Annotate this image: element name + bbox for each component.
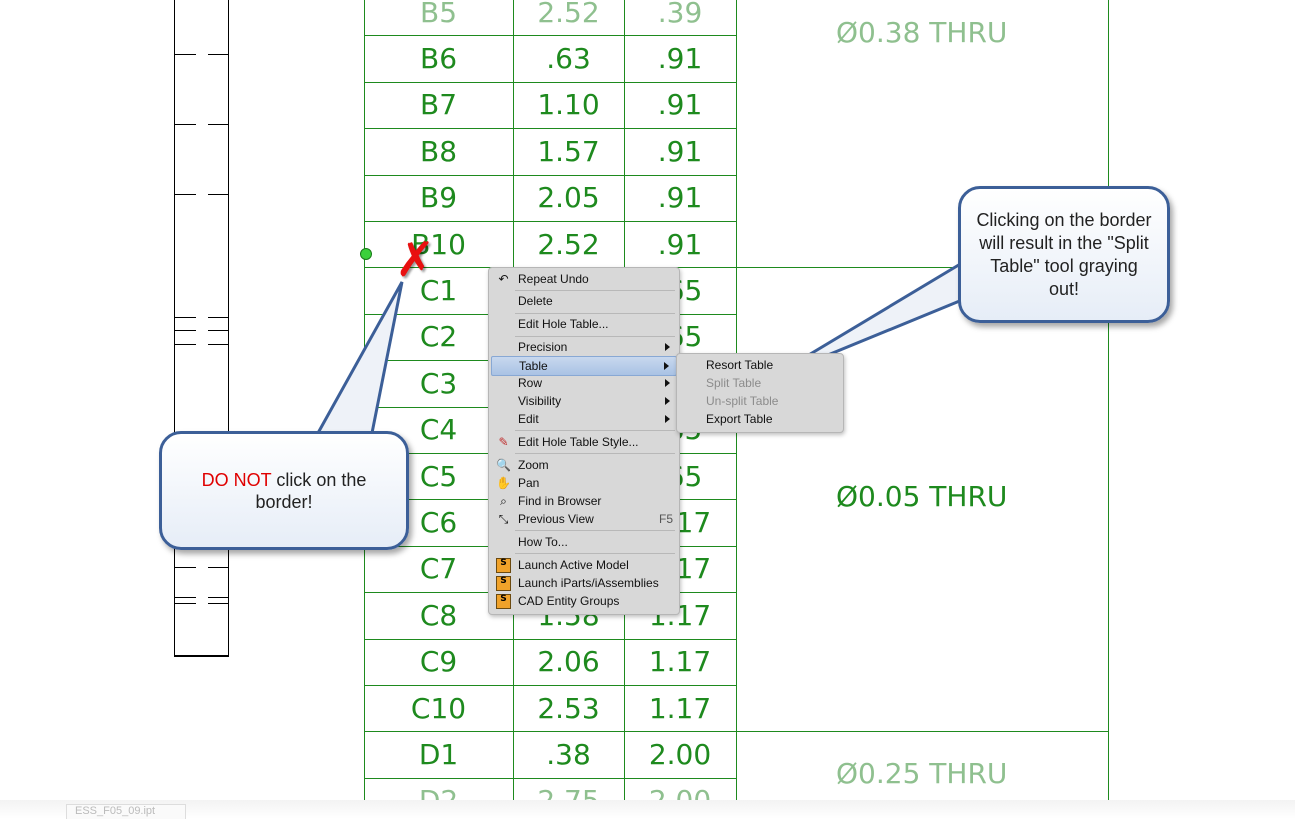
table-submenu: Resort Table Split Table Un-split Table … <box>676 353 844 433</box>
submenu-item-export-table[interactable]: Export Table <box>679 410 841 428</box>
menu-item-launch-iparts[interactable]: S Launch iParts/iAssemblies <box>491 574 677 592</box>
cfd-icon: S <box>496 593 511 609</box>
warning-callout: DO NOT click on the border! <box>159 431 409 550</box>
menu-separator <box>515 336 675 337</box>
menu-item-repeat-undo[interactable]: ↶ Repeat Undo <box>491 270 677 288</box>
previous-view-icon: ⤡ <box>498 511 509 526</box>
submenu-arrow-icon <box>664 362 669 370</box>
menu-separator <box>515 430 675 431</box>
menu-separator <box>515 530 675 531</box>
menu-item-zoom[interactable]: 🔍 Zoom <box>491 456 677 474</box>
menu-separator <box>515 290 675 291</box>
menu-item-edit-hole-table[interactable]: Edit Hole Table... <box>491 315 677 333</box>
menu-item-how-to[interactable]: How To... <box>491 533 677 551</box>
submenu-item-split-table[interactable]: Split Table <box>679 374 841 392</box>
drawing-canvas[interactable]: B5 2.52.39 B6.63.91 B7 1.10.91 B8 1.57.91 B9 2.0… <box>0 0 1295 819</box>
menu-item-launch-active-model[interactable]: S Launch Active Model <box>491 556 677 574</box>
info-callout: Clicking on the border will result in th… <box>958 186 1170 323</box>
menu-separator <box>515 553 675 554</box>
undo-icon: ↶ <box>498 272 509 286</box>
menu-item-table[interactable]: Table <box>491 356 677 376</box>
warning-text: click on the border! <box>255 469 367 512</box>
document-tab-strip <box>0 800 1295 819</box>
submenu-item-resort-table[interactable]: Resort Table <box>679 356 841 374</box>
submenu-arrow-icon <box>665 415 670 423</box>
zoom-icon: 🔍 <box>496 458 511 472</box>
menu-item-find-in-browser[interactable]: ⌕ Find in Browser <box>491 492 677 510</box>
menu-item-edit[interactable]: Edit <box>491 410 677 428</box>
menu-item-cad-entity-groups[interactable]: S CAD Entity Groups <box>491 592 677 610</box>
pan-hand-icon: ✋ <box>496 476 511 490</box>
submenu-arrow-icon <box>665 397 670 405</box>
context-menu: ↶ Repeat Undo Delete Edit Hole Table... … <box>488 267 680 615</box>
cfd-icon: S <box>496 557 511 573</box>
style-edit-icon: ✎ <box>498 435 509 449</box>
menu-item-pan[interactable]: ✋ Pan <box>491 474 677 492</box>
cfd-icon: S <box>496 575 511 591</box>
warning-emphasis: DO NOT <box>201 469 272 490</box>
menu-item-previous-view[interactable]: ⤡ Previous View F5 <box>491 510 677 528</box>
document-tab[interactable]: ESS_F05_09.ipt <box>66 804 186 819</box>
menu-item-edit-hole-table-style[interactable]: ✎ Edit Hole Table Style... <box>491 433 677 451</box>
submenu-item-unsplit-table[interactable]: Un-split Table <box>679 392 841 410</box>
menu-item-row[interactable]: Row <box>491 374 677 392</box>
menu-item-precision[interactable]: Precision <box>491 338 677 356</box>
submenu-arrow-icon <box>665 343 670 351</box>
info-text: Clicking on the border will result in th… <box>976 209 1152 299</box>
find-icon: ⌕ <box>500 493 507 508</box>
menu-item-visibility[interactable]: Visibility <box>491 392 677 410</box>
submenu-arrow-icon <box>665 379 670 387</box>
menu-separator <box>515 453 675 454</box>
menu-separator <box>515 313 675 314</box>
menu-item-delete[interactable]: Delete <box>491 292 677 310</box>
